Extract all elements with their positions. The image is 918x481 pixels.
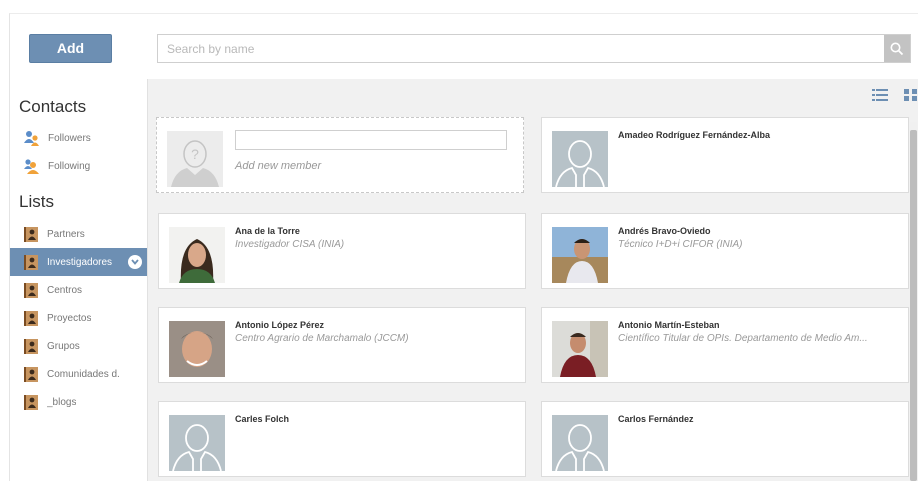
followers-icon	[24, 130, 39, 146]
member-card[interactable]: Carlos Fernández	[541, 401, 909, 477]
contact-book-icon	[24, 282, 38, 298]
sidebar-item-label: Comunidades d.	[47, 368, 120, 380]
contact-book-icon	[24, 394, 38, 410]
member-name[interactable]: Andrés Bravo-Oviedo	[618, 226, 711, 236]
sidebar-item-investigadores[interactable]: Investigadores	[10, 248, 147, 276]
add-new-member-label: Add new member	[235, 160, 322, 172]
sidebar-item-blogs[interactable]: _blogs	[10, 388, 147, 416]
member-card[interactable]: Amadeo Rodríguez Fernández-Alba	[541, 117, 909, 193]
avatar	[552, 227, 608, 283]
lists-menu: Partners Investigadores Centros Proyecto…	[10, 220, 147, 416]
member-name[interactable]: Ana de la Torre	[235, 226, 300, 236]
avatar	[552, 131, 608, 187]
scrollbar-thumb[interactable]	[910, 130, 917, 481]
add-member-card: ? Add new member	[156, 117, 524, 193]
sidebar-item-followers[interactable]: Followers	[10, 124, 147, 152]
sidebar-item-label: Followers	[48, 132, 91, 144]
member-role: Científico Titular de OPIs. Departamento…	[618, 333, 868, 344]
sidebar-item-label: Centros	[47, 284, 83, 296]
unknown-user-icon: ?	[167, 131, 223, 187]
search-button[interactable]	[884, 35, 910, 62]
search-box	[157, 34, 911, 63]
sidebar-item-partners[interactable]: Partners	[10, 220, 147, 248]
default-user-icon	[552, 415, 608, 471]
sidebar-item-comunidades[interactable]: Comunidades d.	[10, 360, 147, 388]
member-card[interactable]: Andrés Bravo-Oviedo Técnico I+D+i CIFOR …	[541, 213, 909, 289]
member-role: Técnico I+D+i CIFOR (INIA)	[618, 239, 743, 250]
top-toolbar: Add	[9, 13, 918, 79]
member-card[interactable]: Antonio López Pérez Centro Agrario de Ma…	[158, 307, 526, 383]
grid-view-icon[interactable]	[904, 88, 918, 102]
member-role: Centro Agrario de Marchamalo (JCCM)	[235, 333, 409, 344]
sidebar-item-centros[interactable]: Centros	[10, 276, 147, 304]
new-member-input[interactable]	[235, 130, 507, 150]
contact-book-icon	[24, 254, 38, 270]
sidebar-item-following[interactable]: Following	[10, 152, 147, 180]
member-card[interactable]: Carles Folch	[158, 401, 526, 477]
svg-text:?: ?	[191, 146, 199, 162]
sidebar-item-label: Following	[48, 160, 91, 172]
contacts-title: Contacts	[19, 97, 87, 116]
member-role: Investigador CISA (INIA)	[235, 239, 345, 250]
members-panel: ? Add new member Amadeo Rodríguez Fernán…	[148, 79, 918, 481]
sidebar-item-label: _blogs	[47, 396, 77, 408]
contact-book-icon	[24, 310, 38, 326]
avatar	[552, 415, 608, 471]
avatar	[552, 321, 608, 377]
member-photo	[552, 321, 608, 377]
search-input[interactable]	[158, 35, 886, 62]
sidebar-item-label: Investigadores	[47, 256, 113, 268]
vertical-scrollbar[interactable]	[910, 122, 917, 481]
chevron-down-icon[interactable]	[128, 255, 142, 269]
member-photo	[552, 227, 608, 283]
contact-book-icon	[24, 338, 38, 354]
lists-title: Lists	[19, 192, 54, 211]
sidebar: Contacts Followers Following Lists Partn…	[9, 79, 148, 481]
avatar	[169, 321, 225, 377]
member-photo	[169, 321, 225, 377]
avatar	[169, 415, 225, 471]
member-name[interactable]: Amadeo Rodríguez Fernández-Alba	[618, 130, 770, 140]
contact-book-icon	[24, 366, 38, 382]
sidebar-item-label: Partners	[47, 228, 85, 240]
search-icon	[890, 42, 904, 55]
default-user-icon	[169, 415, 225, 471]
member-name[interactable]: Antonio López Pérez	[235, 320, 324, 330]
member-name[interactable]: Antonio Martín-Esteban	[618, 320, 720, 330]
member-photo	[169, 227, 225, 283]
sidebar-item-label: Grupos	[47, 340, 80, 352]
avatar: ?	[167, 131, 223, 187]
member-name[interactable]: Carles Folch	[235, 414, 289, 424]
default-user-icon	[552, 131, 608, 187]
contact-book-icon	[24, 226, 38, 242]
sidebar-item-grupos[interactable]: Grupos	[10, 332, 147, 360]
member-name[interactable]: Carlos Fernández	[618, 414, 694, 424]
following-icon	[24, 158, 39, 174]
list-view-icon[interactable]	[872, 88, 888, 102]
sidebar-item-proyectos[interactable]: Proyectos	[10, 304, 147, 332]
sidebar-item-label: Proyectos	[47, 312, 92, 324]
add-button[interactable]: Add	[29, 34, 112, 63]
member-card[interactable]: Ana de la Torre Investigador CISA (INIA)	[158, 213, 526, 289]
member-card[interactable]: Antonio Martín-Esteban Científico Titula…	[541, 307, 909, 383]
avatar	[169, 227, 225, 283]
